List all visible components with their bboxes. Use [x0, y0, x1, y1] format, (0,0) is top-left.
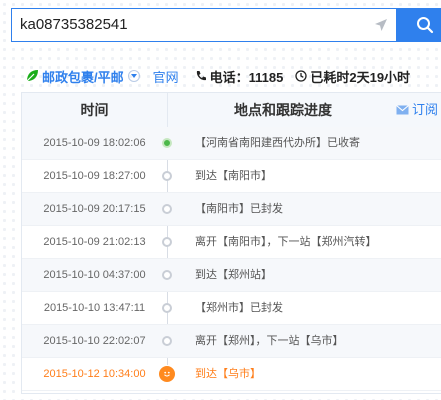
search-button[interactable] — [396, 8, 441, 42]
search-box — [11, 8, 396, 42]
col-time-header: 时间 — [80, 102, 109, 118]
search-bar — [11, 8, 441, 44]
timeline-node — [162, 171, 172, 181]
mail-icon — [396, 105, 409, 115]
row-location: 离开【郑州】，下一站【乌市】 — [195, 335, 344, 347]
row-location: 【河南省南阳建西代办所】已收寄 — [195, 137, 360, 149]
table-row: 2015-10-09 18:27:00 到达【南阳市】 — [22, 160, 441, 193]
table-row: 2015-10-09 18:02:06 【河南省南阳建西代办所】已收寄 — [22, 127, 441, 160]
elapsed-time: 已耗时2天19小时 — [295, 67, 410, 86]
chevron-down-icon[interactable] — [127, 70, 140, 82]
timeline-node-latest — [159, 366, 175, 382]
table-row: 2015-10-10 13:47:11 【郑州市】已封发 — [22, 292, 441, 325]
row-location: 离开【南阳市】，下一站【郑州汽转】 — [195, 236, 377, 248]
subscribe-label: 订阅 — [412, 102, 439, 117]
table-row: 2015-10-10 04:37:00 到达【郑州站】 — [22, 259, 441, 292]
row-time: 2015-10-12 10:34:00 — [43, 368, 146, 380]
timeline-node — [162, 270, 172, 280]
row-location: 到达【郑州站】 — [195, 269, 272, 281]
tracking-number-input[interactable] — [12, 9, 360, 41]
row-time: 2015-10-10 22:02:07 — [43, 335, 146, 347]
clock-icon — [295, 70, 308, 82]
row-time: 2015-10-09 20:17:15 — [43, 203, 146, 215]
phone-label: 电话：11185 — [209, 69, 284, 85]
tracking-rows: 2015-10-09 18:02:06 【河南省南阳建西代办所】已收寄 2015… — [22, 127, 441, 395]
phone-icon — [196, 71, 206, 81]
row-location: 到达【南阳市】 — [195, 170, 272, 182]
carrier-selector[interactable]: 邮政包裹/平邮 — [25, 67, 140, 86]
search-icon — [417, 17, 434, 34]
timeline-node — [162, 336, 172, 346]
row-time: 2015-10-09 18:02:06 — [43, 137, 146, 149]
timeline-node — [162, 237, 172, 247]
send-arrow-icon[interactable] — [374, 18, 388, 32]
elapsed-label: 已耗时2天19小时 — [310, 69, 411, 85]
timeline-node — [162, 204, 172, 214]
table-row: 2015-10-09 21:02:13 离开【南阳市】，下一站【郑州汽转】 — [22, 226, 441, 259]
row-location: 【南阳市】已封发 — [195, 203, 283, 215]
table-row: 2015-10-10 22:02:07 离开【郑州】，下一站【乌市】 — [22, 325, 441, 358]
timeline-node-received — [162, 138, 172, 148]
row-time: 2015-10-09 21:02:13 — [43, 236, 146, 248]
carrier-info-bar: 邮政包裹/平邮 官网 电话：11185 已耗时2天19小时 — [25, 67, 410, 85]
row-time: 2015-10-09 18:27:00 — [43, 170, 146, 182]
leaf-icon — [26, 70, 38, 82]
carrier-name: 邮政包裹/平邮 — [42, 69, 124, 85]
timeline-node — [162, 303, 172, 313]
row-time: 2015-10-10 13:47:11 — [43, 302, 146, 314]
official-site-link[interactable]: 官网 — [153, 67, 179, 86]
row-time: 2015-10-10 04:37:00 — [43, 269, 146, 281]
smile-icon — [164, 371, 170, 377]
col-location-header: 地点和跟踪进度 — [234, 102, 332, 118]
table-header: 时间 地点和跟踪进度 订阅 — [22, 93, 441, 128]
carrier-phone: 电话：11185 — [195, 67, 284, 86]
row-location: 到达【乌市】 — [195, 368, 261, 380]
row-location: 【郑州市】已封发 — [195, 302, 283, 314]
tracking-table: 时间 地点和跟踪进度 订阅 2015-10-09 18:02:06 【河南省南阳… — [21, 92, 441, 394]
table-row-latest: 2015-10-12 10:34:00 到达【乌市】 — [22, 358, 441, 391]
subscribe-button[interactable]: 订阅 — [396, 93, 438, 127]
table-row: 2015-10-09 20:17:15 【南阳市】已封发 — [22, 193, 441, 226]
